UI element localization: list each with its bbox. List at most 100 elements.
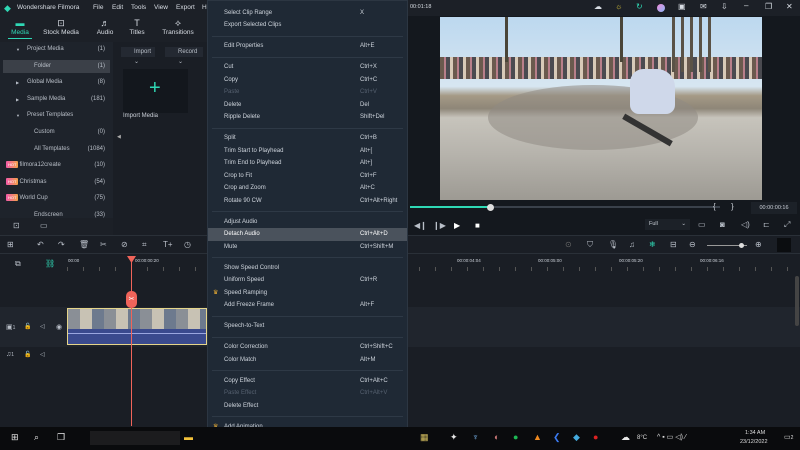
menu-export[interactable]: Export <box>176 4 195 11</box>
library-item[interactable]: ▼ Project Media (1) <box>0 43 110 56</box>
library-item[interactable]: ▶ Sample Media (181) <box>0 93 110 106</box>
folder-icon[interactable]: ⊏ <box>763 220 770 229</box>
library-item[interactable]: Folder (1) <box>3 59 110 73</box>
menu-item-detach-audio[interactable]: Detach Audio Ctrl+Alt+D <box>208 228 407 241</box>
save-icon[interactable]: ▣ <box>678 2 686 11</box>
video-clip[interactable] <box>67 308 207 345</box>
spotify-icon[interactable]: ● <box>513 432 518 442</box>
import-media-button[interactable]: + <box>123 69 188 113</box>
stop-icon[interactable]: ■ <box>475 221 480 230</box>
import-dropdown[interactable]: Import ⌄ <box>121 47 155 65</box>
eye-icon[interactable]: ◉ <box>56 323 62 331</box>
close-icon[interactable]: ✕ <box>786 2 793 11</box>
fit-icon[interactable]: ⊟ <box>670 240 677 249</box>
menu-help[interactable]: H <box>202 4 207 11</box>
expand-arrow-icon[interactable]: ▼ <box>16 43 20 56</box>
menu-item-ripple-delete[interactable]: Ripple Delete Shift+Del <box>208 111 407 124</box>
avatar[interactable] <box>657 4 665 12</box>
expand-arrow-icon[interactable]: ▶ <box>16 93 19 106</box>
prev-frame-icon[interactable]: ◀❙ <box>414 221 427 230</box>
link-icon[interactable]: ⛓ <box>45 259 55 268</box>
preview-scrubber[interactable] <box>487 203 495 211</box>
crop-icon[interactable]: ⌗ <box>142 240 147 250</box>
cloud-icon[interactable]: ☁ <box>594 2 602 11</box>
next-frame-icon[interactable]: ❙▶ <box>433 221 446 230</box>
lock-icon[interactable]: 🔓 <box>24 351 31 358</box>
menu-view[interactable]: View <box>154 4 168 11</box>
tag-icon[interactable]: ⊘ <box>121 240 128 249</box>
menu-edit[interactable]: Edit <box>112 4 123 11</box>
mute-icon[interactable]: ◁ <box>40 351 45 358</box>
ai-icon[interactable]: ❄ <box>649 240 656 249</box>
download-icon[interactable]: ⇩ <box>721 2 728 11</box>
expand-arrow-icon[interactable]: ▼ <box>16 109 20 122</box>
app-icon[interactable]: ● <box>593 432 598 442</box>
marker-icon[interactable]: ⛉ <box>587 240 593 250</box>
library-item[interactable]: HOT filmora12create (10) <box>0 159 110 172</box>
tab-stock-media[interactable]: ⊡ Stock Media <box>41 18 81 36</box>
menu-item-delete[interactable]: Delete Del <box>208 99 407 112</box>
menu-item-adjust-audio[interactable]: Adjust Audio <box>208 216 407 229</box>
taskbar-search-box[interactable] <box>90 431 180 445</box>
search-icon[interactable]: ⌕ <box>34 432 39 443</box>
menu-item-crop-to-fit[interactable]: Crop to Fit Ctrl+F <box>208 170 407 183</box>
redo-icon[interactable]: ↷ <box>58 240 65 249</box>
menu-item-copy-effect[interactable]: Copy Effect Ctrl+Alt+C <box>208 375 407 388</box>
undo-icon[interactable]: ↶ <box>37 240 44 249</box>
expand-arrow-icon[interactable]: ▶ <box>16 76 19 89</box>
zoom-slider[interactable] <box>707 243 747 248</box>
menu-item-rotate-90-cw[interactable]: Rotate 90 CW Ctrl+Alt+Right <box>208 195 407 208</box>
record-dropdown[interactable]: Record ⌄ <box>165 47 203 65</box>
zoom-out-icon[interactable]: ⊖ <box>689 240 696 249</box>
file-explorer-icon[interactable]: ▬ <box>184 432 193 442</box>
menu-item-mute[interactable]: Mute Ctrl+Shift+M <box>208 241 407 254</box>
menu-item-copy[interactable]: Copy Ctrl+C <box>208 74 407 87</box>
zoom-in-icon[interactable]: ⊕ <box>755 240 762 249</box>
snapshot-icon[interactable]: ◙ <box>720 220 725 229</box>
preview-progress-track[interactable] <box>410 203 720 211</box>
new-folder-icon[interactable]: ⊡ <box>13 221 20 230</box>
mute-icon[interactable]: ◁ <box>40 323 45 330</box>
volume-icon[interactable]: ◁) <box>741 220 750 229</box>
menu-item-color-correction[interactable]: Color Correction Ctrl+Shift+C <box>208 341 407 354</box>
display-icon[interactable]: ▭ <box>698 220 706 229</box>
library-item[interactable]: Custom (0) <box>0 126 110 139</box>
menu-item-speed-ramping[interactable]: ♛ Speed Ramping <box>208 287 407 300</box>
library-item[interactable]: All Templates (1084) <box>0 143 110 156</box>
minimize-icon[interactable]: – <box>744 1 748 10</box>
menu-item-uniform-speed[interactable]: Uniform Speed Ctrl+R <box>208 274 407 287</box>
layout-icon[interactable]: ⊞ <box>7 240 14 249</box>
zoom-slider-knob[interactable] <box>738 243 744 248</box>
play-icon[interactable]: ▶ <box>454 221 460 230</box>
library-item[interactable]: HOT World Cup (75) <box>0 192 110 205</box>
menu-item-trim-start-to-playhead[interactable]: Trim Start to Playhead Alt+[ <box>208 145 407 158</box>
menu-item-delete-effect[interactable]: Delete Effect <box>208 400 407 413</box>
quality-dropdown[interactable]: Full ⌄ <box>645 219 690 230</box>
menu-item-show-speed-control[interactable]: Show Speed Control <box>208 262 407 275</box>
menu-tools[interactable]: Tools <box>131 4 146 11</box>
tab-media[interactable]: ▬ Media <box>0 18 40 39</box>
filmora-taskbar-icon[interactable]: ◆ <box>573 432 580 443</box>
timeline-scrollbar[interactable] <box>795 276 799 326</box>
render-icon[interactable]: ⊙ <box>565 240 572 249</box>
menu-file[interactable]: File <box>93 4 103 11</box>
app-icon[interactable]: ✦ <box>450 432 458 443</box>
app-icon[interactable]: ◐ <box>494 432 499 442</box>
system-tray-icons[interactable]: ^ ▪ ▭ ◁) ⁄ <box>657 433 686 441</box>
delete-icon[interactable]: 🗑 <box>79 240 89 249</box>
menu-item-crop-and-zoom[interactable]: Crop and Zoom Alt+C <box>208 182 407 195</box>
app-icon[interactable]: ❮ <box>553 432 561 443</box>
restore-icon[interactable]: ❐ <box>765 2 772 11</box>
tab-titles[interactable]: T Titles <box>117 18 157 36</box>
mark-out-button[interactable]: } <box>731 202 734 211</box>
lock-icon[interactable]: 🔓 <box>24 323 31 330</box>
tab-transitions[interactable]: ⟡ Transitions <box>158 18 198 36</box>
mic-icon[interactable]: 🎙 <box>608 240 618 249</box>
timeline-ruler[interactable]: 00:00 00:00:00:20 00:00:04:04 00:00:05:0… <box>67 256 800 271</box>
app-icon[interactable]: ▦ <box>420 432 429 443</box>
menu-item-add-freeze-frame[interactable]: Add Freeze Frame Alt+F <box>208 299 407 312</box>
panel-toggle[interactable] <box>777 238 791 252</box>
library-item[interactable]: ▶ Global Media (8) <box>0 76 110 89</box>
menu-item-trim-end-to-playhead[interactable]: Trim End to Playhead Alt+] <box>208 157 407 170</box>
menu-item-select-clip-range[interactable]: Select Clip Range X <box>208 7 407 20</box>
